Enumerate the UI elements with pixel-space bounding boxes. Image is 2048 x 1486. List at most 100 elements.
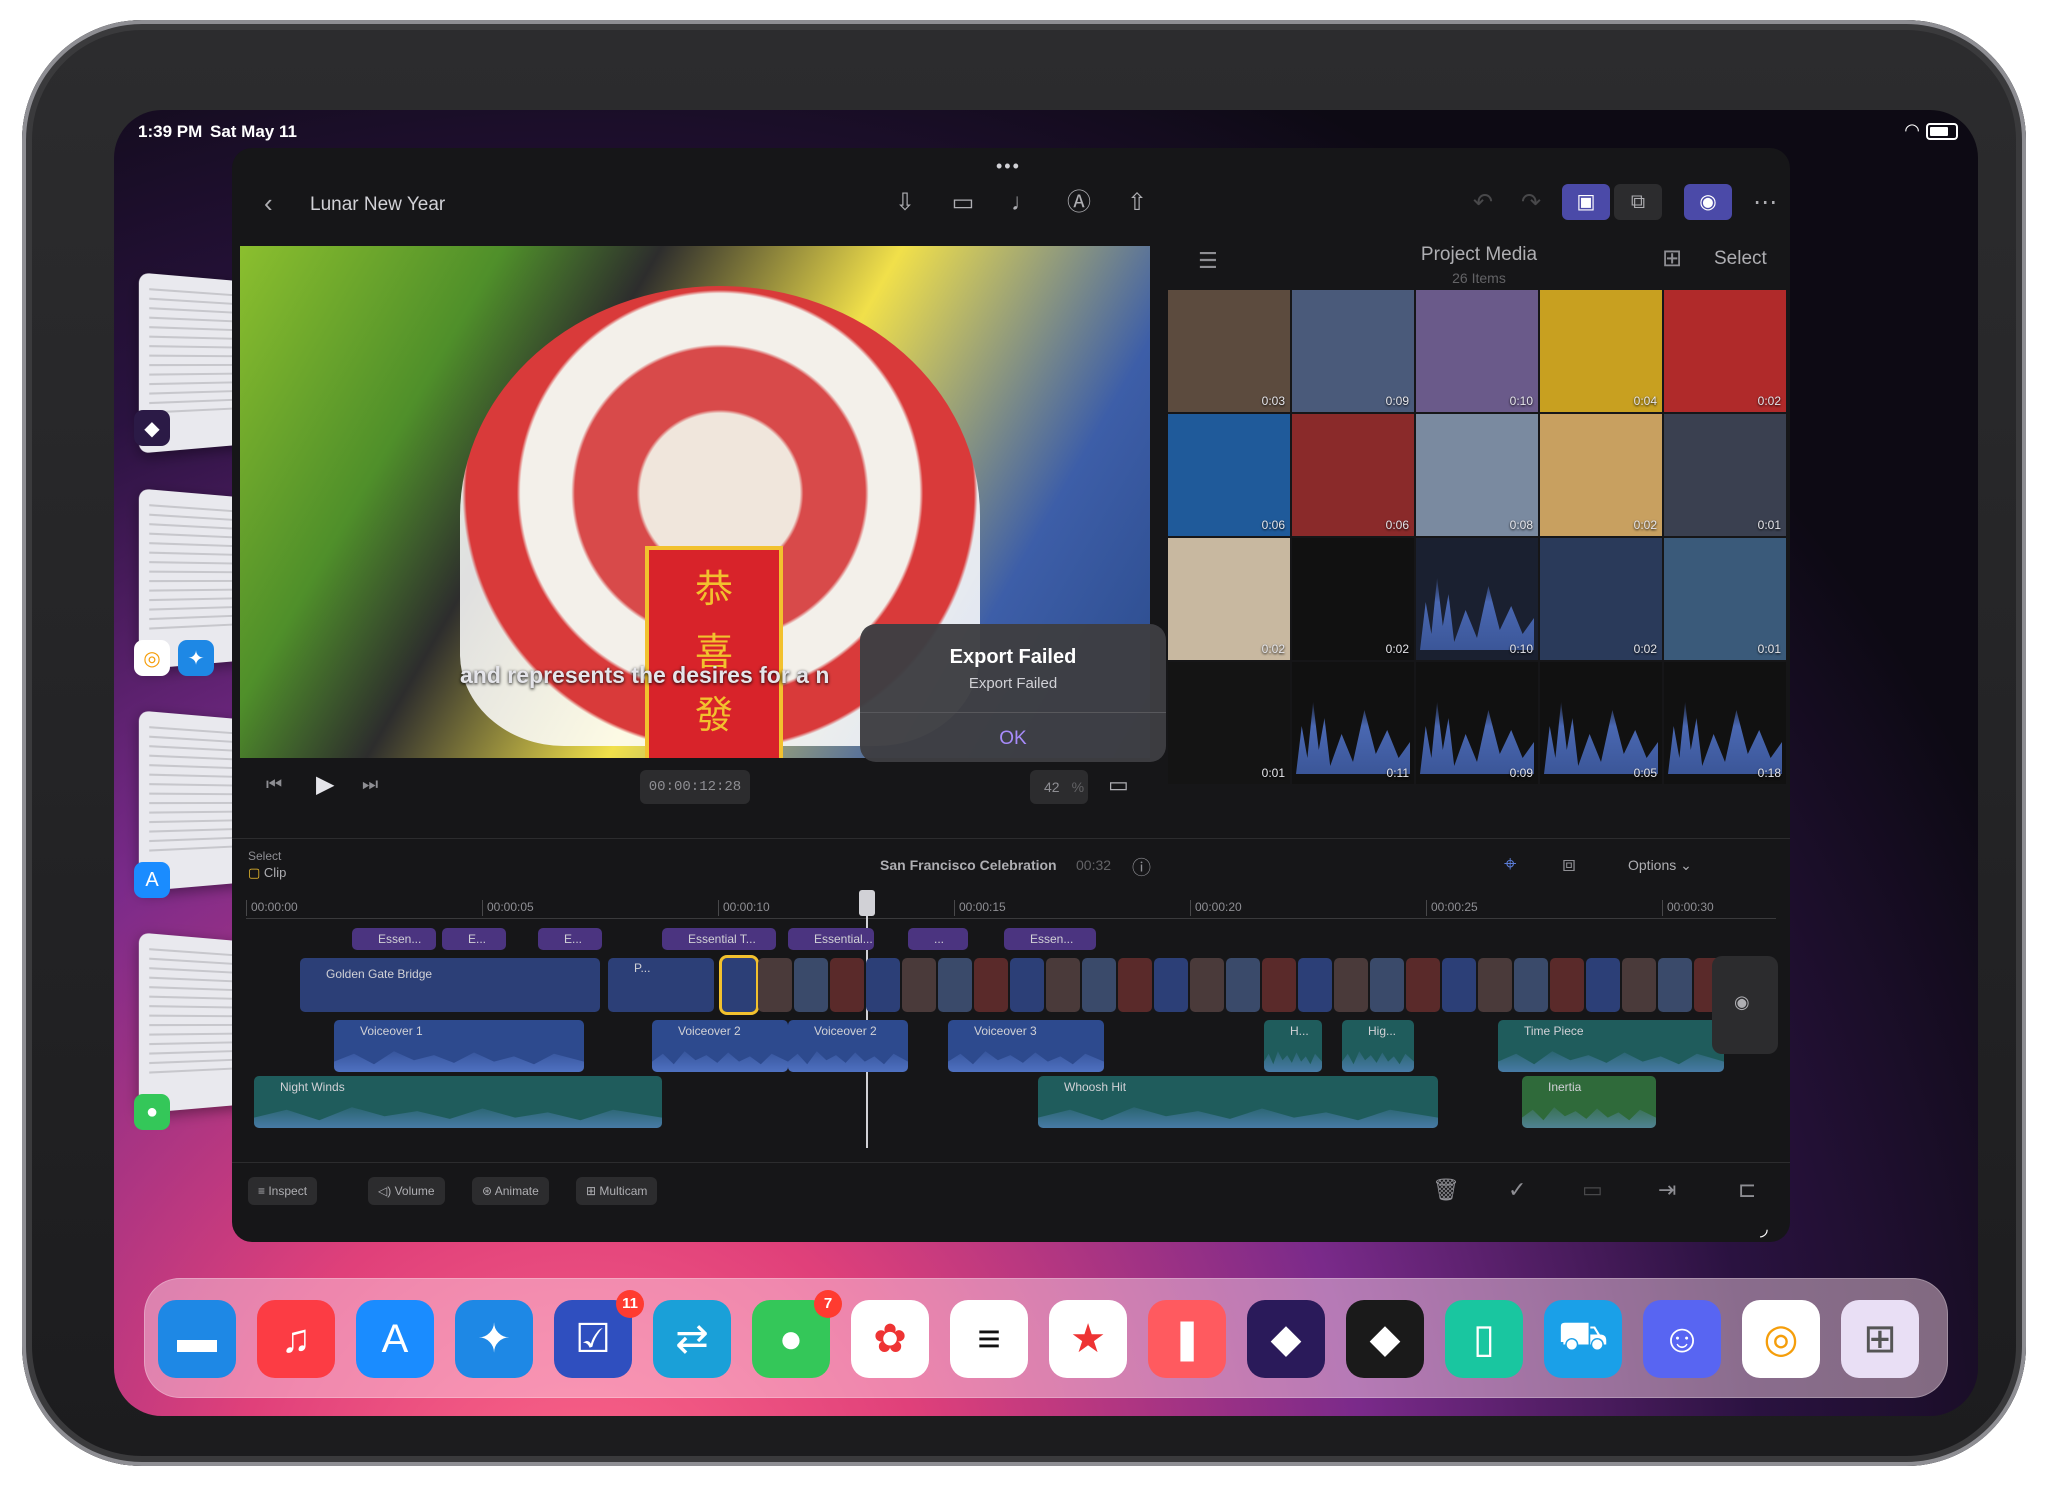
title-clip[interactable]: Essen... — [352, 928, 436, 950]
select-button[interactable]: Select — [1714, 248, 1767, 270]
camera-icon[interactable]: ▭ — [946, 186, 980, 220]
files-icon[interactable]: ▬ — [158, 1300, 236, 1378]
device-icon[interactable]: ▯ — [1445, 1300, 1523, 1378]
media-thumbnail[interactable]: 0:04 — [1540, 290, 1662, 412]
photos-icon[interactable]: ✿ — [851, 1300, 929, 1378]
back-icon[interactable]: ‹ — [264, 188, 273, 219]
title-clip[interactable]: E... — [538, 928, 602, 950]
zoom-field[interactable]: 42% — [1030, 770, 1088, 804]
primary-clip[interactable] — [1406, 958, 1440, 1012]
primary-clip[interactable] — [866, 958, 900, 1012]
grid-view-icon[interactable]: ⊞ — [1662, 244, 1682, 273]
voiceover-clip[interactable]: Hig... — [1342, 1020, 1414, 1072]
multicam-button[interactable]: ⊞ Multicam — [576, 1177, 658, 1205]
tasks-icon[interactable]: ☑ 11 — [554, 1290, 644, 1378]
voiceover-clip[interactable]: Voiceover 1 — [334, 1020, 584, 1072]
primary-clip[interactable] — [1442, 958, 1476, 1012]
clip-select-menu[interactable]: ▢ Clip — [248, 865, 286, 881]
primary-clip[interactable] — [1514, 958, 1548, 1012]
voiceover-clip[interactable]: H... — [1264, 1020, 1322, 1072]
speech-icon[interactable]: ◎ — [134, 640, 170, 676]
photos-browser-icon[interactable]: ▣ — [1562, 184, 1610, 220]
primary-clip[interactable] — [1226, 958, 1260, 1012]
primary-clip[interactable]: Golden Gate Bridge — [300, 958, 600, 1012]
media-thumbnail[interactable]: 0:08 — [1416, 414, 1538, 536]
transfer-icon[interactable]: ⇄ — [653, 1300, 731, 1378]
primary-clip[interactable] — [1586, 958, 1620, 1012]
primary-clip[interactable] — [1334, 958, 1368, 1012]
primary-clip[interactable] — [794, 958, 828, 1012]
skip-forward-icon[interactable]: ⏭ — [362, 774, 378, 795]
media-thumbnail[interactable]: 0:05 — [1540, 662, 1662, 784]
clip-view-icon[interactable]: ⧈ — [1562, 851, 1576, 877]
primary-clip[interactable] — [902, 958, 936, 1012]
speech-icon[interactable]: ◎ — [1742, 1300, 1820, 1378]
media-thumbnail[interactable]: 0:01 — [1168, 662, 1290, 784]
media-thumbnail[interactable]: 0:10 — [1416, 290, 1538, 412]
voiceover-clip[interactable]: Voiceover 2 — [788, 1020, 908, 1072]
options-menu[interactable]: Options ⌄ — [1628, 857, 1692, 874]
primary-clip[interactable] — [1190, 958, 1224, 1012]
primary-clip[interactable] — [830, 958, 864, 1012]
app-store-icon[interactable]: A — [134, 862, 170, 898]
primary-clip[interactable] — [974, 958, 1008, 1012]
title-clip[interactable]: Essen... — [1004, 928, 1096, 950]
animate-button[interactable]: ⊛ Animate — [472, 1177, 549, 1205]
media-thumbnail[interactable]: 0:06 — [1168, 414, 1290, 536]
primary-clip[interactable] — [1478, 958, 1512, 1012]
media-thumbnail[interactable]: 0:09 — [1292, 290, 1414, 412]
playhead-handle[interactable] — [859, 890, 875, 916]
primary-clip[interactable] — [1370, 958, 1404, 1012]
obsidian-icon[interactable]: ◆ — [134, 410, 170, 446]
voiceover-clip[interactable]: Voiceover 3 — [948, 1020, 1104, 1072]
primary-clip[interactable] — [1550, 958, 1584, 1012]
share-icon[interactable]: ⇧ — [1120, 186, 1154, 220]
music-icon[interactable]: ♫ — [257, 1300, 335, 1378]
primary-clip[interactable] — [758, 958, 792, 1012]
detach-icon[interactable]: ⇥ — [1658, 1177, 1676, 1203]
primary-clip[interactable] — [1046, 958, 1080, 1012]
obsidian-icon[interactable]: ◆ — [1346, 1300, 1424, 1378]
skip-back-icon[interactable]: ⏮ — [266, 774, 282, 795]
title-clip[interactable]: Essential... — [788, 928, 874, 950]
media-thumbnail[interactable]: 0:09 — [1416, 662, 1538, 784]
media-thumbnail[interactable]: 0:11 — [1292, 662, 1414, 784]
media-thumbnail[interactable]: 0:01 — [1664, 414, 1786, 536]
ok-button[interactable]: OK — [860, 716, 1166, 762]
timeline-ruler[interactable]: 00:00:00 00:00:05 00:00:10 00:00:15 00:00:20… — [246, 900, 1776, 919]
timecode-display[interactable]: 00:00:12:28 — [640, 770, 750, 804]
bookmark-star-icon[interactable]: ★ — [1049, 1300, 1127, 1378]
media-thumbnail[interactable]: 0:10 — [1416, 538, 1538, 660]
safari-icon[interactable]: ✦ — [178, 640, 214, 676]
redo-icon[interactable]: ↷ — [1514, 186, 1548, 220]
resize-handle-icon[interactable]: ◞ — [1760, 1216, 1768, 1241]
music-clip[interactable]: Night Winds — [254, 1076, 662, 1128]
music-clip[interactable]: Whoosh Hit — [1038, 1076, 1438, 1128]
checkmark-icon[interactable]: ✓ — [1508, 1177, 1526, 1203]
shortcuts-icon[interactable]: ◆ — [1247, 1300, 1325, 1378]
primary-clip[interactable] — [1082, 958, 1116, 1012]
primary-clip[interactable] — [1010, 958, 1044, 1012]
primary-clip[interactable] — [1658, 958, 1692, 1012]
bookmark-icon[interactable]: ❚ — [1148, 1300, 1226, 1378]
primary-clip[interactable] — [1298, 958, 1332, 1012]
safari-icon[interactable]: ✦ — [455, 1300, 533, 1378]
voiceover-clip[interactable]: Voiceover 2 — [652, 1020, 788, 1072]
media-thumbnail[interactable]: 0:02 — [1292, 538, 1414, 660]
discord-icon[interactable]: ☺ — [1643, 1300, 1721, 1378]
folder-apps-icon[interactable]: ⊞ — [1841, 1300, 1919, 1378]
primary-clip[interactable] — [719, 955, 759, 1015]
primary-clip[interactable] — [1154, 958, 1188, 1012]
more-icon[interactable]: ⋯ — [1748, 186, 1782, 220]
primary-clip[interactable] — [1262, 958, 1296, 1012]
primary-clip[interactable] — [1118, 958, 1152, 1012]
media-thumbnail[interactable]: 0:01 — [1664, 538, 1786, 660]
media-thumbnail[interactable]: 0:02 — [1540, 414, 1662, 536]
split-icon[interactable]: ▭ — [1582, 1177, 1603, 1203]
viewer-options-icon[interactable]: ▭ — [1108, 772, 1129, 798]
primary-clip[interactable] — [938, 958, 972, 1012]
media-thumbnail[interactable]: 0:18 — [1664, 662, 1786, 784]
music-clip[interactable]: Inertia — [1522, 1076, 1656, 1128]
import-icon[interactable]: ⇩ — [888, 186, 922, 220]
car-icon[interactable]: ⛟ — [1544, 1300, 1622, 1378]
